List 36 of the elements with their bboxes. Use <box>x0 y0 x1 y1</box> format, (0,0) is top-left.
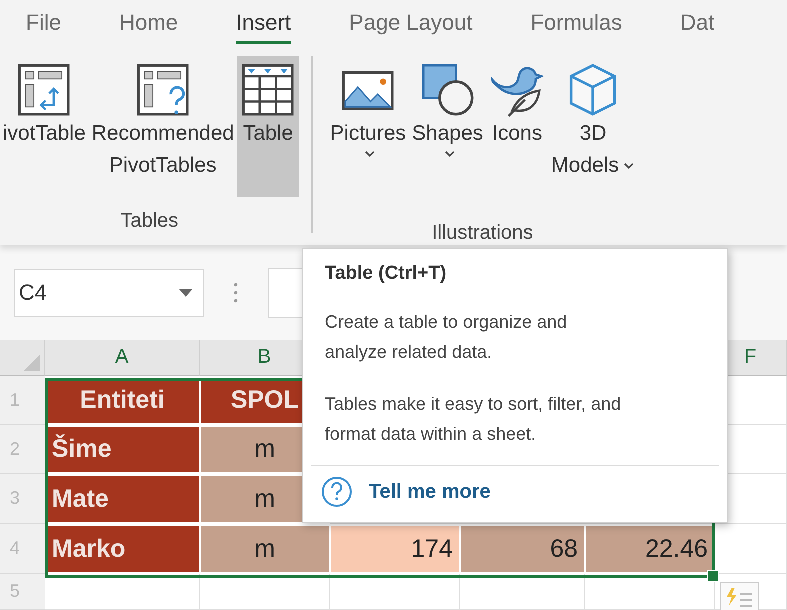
dropdown-icon <box>179 288 193 296</box>
table-cell: 174 <box>331 526 459 572</box>
table-cell: 22.46 <box>586 526 714 572</box>
table-cell: 68 <box>461 526 584 572</box>
shapes-icon <box>420 62 476 118</box>
help-icon <box>321 476 353 508</box>
fill-handle[interactable] <box>707 570 719 582</box>
ribbon-tab[interactable]: Insert <box>236 0 292 44</box>
ribbon-button[interactable]: Recommended PivotTables <box>88 56 238 197</box>
table-icon <box>240 62 296 118</box>
table-cell: Mate <box>46 476 199 522</box>
ribbon-tab[interactable]: File <box>26 0 62 44</box>
ribbon-button[interactable]: Icons <box>486 56 548 197</box>
ribbon-tab[interactable]: Page Layout <box>349 0 473 44</box>
drag-handle-icon[interactable] <box>234 282 238 302</box>
header-cell: Entiteti <box>46 378 199 423</box>
ribbon-tab[interactable]: Home <box>119 0 178 44</box>
name-box[interactable]: C4 <box>14 268 204 316</box>
group-label: Illustrations <box>432 222 534 245</box>
pivot-table-question-icon <box>135 62 192 118</box>
ribbon-tab[interactable]: Formulas <box>530 0 622 44</box>
table-cell: m <box>201 526 329 572</box>
column-header[interactable]: A <box>45 340 200 376</box>
ribbon-button[interactable]: ivotTable <box>0 56 89 197</box>
ribbon-button[interactable]: 3D Models <box>548 56 638 197</box>
triangle-icon <box>24 355 40 371</box>
group-label: Tables <box>120 210 179 233</box>
table-cell: Marko <box>46 526 199 572</box>
table-cell: Šime <box>46 427 199 472</box>
ribbon-button[interactable]: Table <box>237 56 300 197</box>
ribbon-button[interactable]: Shapes <box>409 56 486 197</box>
select-all-corner[interactable] <box>0 340 45 376</box>
pivot-table-icon <box>16 62 72 118</box>
tooltip-title: Table (Ctrl+T) <box>324 263 448 285</box>
ribbon-button[interactable]: Pictures <box>327 56 410 197</box>
ribbon-tab[interactable]: Dat <box>680 0 715 44</box>
